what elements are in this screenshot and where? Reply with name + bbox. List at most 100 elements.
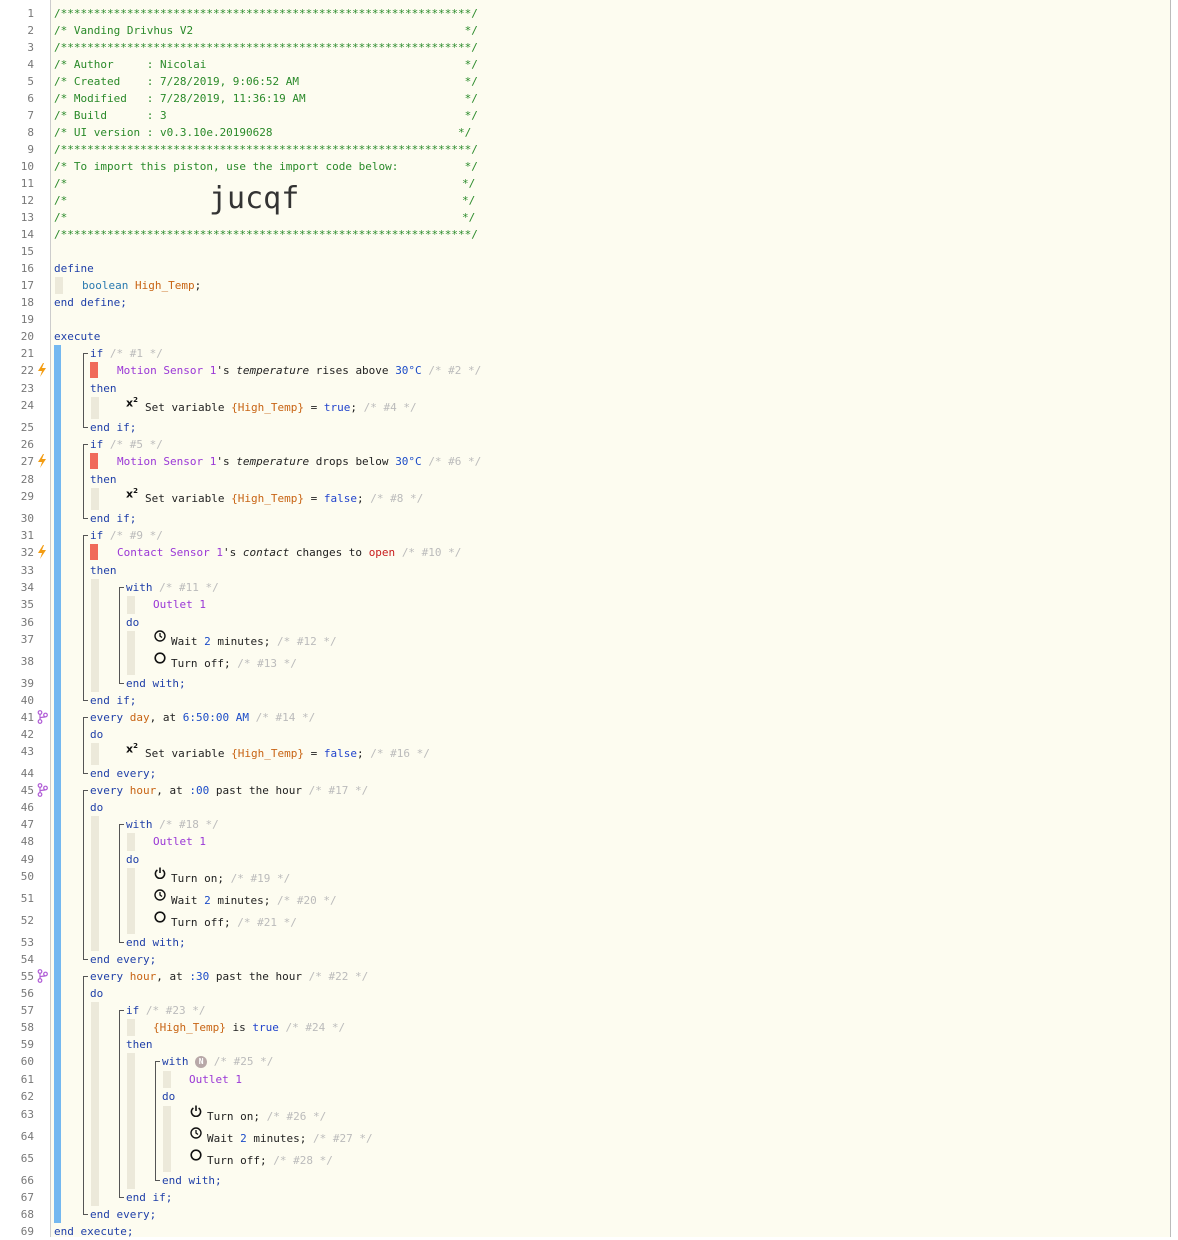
- block-bracket: [119, 824, 120, 942]
- device-name[interactable]: Outlet 1: [153, 598, 206, 611]
- x-squared-icon: x2: [126, 396, 138, 410]
- line-number: 48: [20, 835, 34, 848]
- line-number: 29: [20, 490, 34, 503]
- line-number: 36: [20, 616, 34, 629]
- turn-off-action[interactable]: Turn off;: [207, 1154, 267, 1167]
- wait-action[interactable]: Wait: [171, 635, 198, 648]
- with-keyword: with: [162, 1055, 189, 1068]
- code-line: /*: [54, 209, 67, 226]
- line-number: 11: [20, 177, 34, 190]
- code-line: end every;: [90, 1206, 156, 1223]
- line-number: 18: [20, 296, 34, 309]
- code-line: Set variable {High_Temp} = false; /* #16…: [145, 745, 430, 762]
- code-line: Wait 2 minutes; /* #27 */: [207, 1130, 373, 1147]
- time-value: :00: [189, 784, 210, 797]
- value: open: [368, 546, 396, 559]
- indent-guide: [91, 816, 99, 951]
- end-every: end every;: [90, 1208, 157, 1221]
- statement-comment: /* #20 */: [276, 894, 337, 907]
- value: false: [323, 492, 357, 505]
- header-ui-version: /* UI version : v0.3.10e.20190628 */: [54, 126, 472, 139]
- turn-off-action[interactable]: Turn off;: [171, 657, 231, 670]
- comment-open: /*: [54, 211, 68, 224]
- code-line: do: [126, 851, 139, 868]
- wait-action[interactable]: Wait: [207, 1132, 234, 1145]
- code-line: /***************************************…: [54, 141, 478, 158]
- off-icon: [189, 1148, 203, 1162]
- line-number: 59: [20, 1038, 34, 1051]
- line-number: 3: [27, 41, 34, 54]
- bracket-bottom: [83, 699, 88, 701]
- device-name[interactable]: Outlet 1: [189, 1073, 242, 1086]
- code-line: Motion Sensor 1's temperature rises abov…: [117, 362, 481, 379]
- code-token: 's: [216, 455, 230, 468]
- comment-close: */: [462, 194, 476, 207]
- turn-on-action[interactable]: Turn on;: [171, 872, 224, 885]
- set-variable-action[interactable]: Set variable: [145, 747, 224, 760]
- import-code[interactable]: jucqf: [209, 182, 299, 216]
- bracket-bottom: [155, 1179, 160, 1181]
- header-modified: /* Modified : 7/28/2019, 11:36:19 AM */: [54, 92, 478, 105]
- statement-comment: /* #22 */: [308, 970, 369, 983]
- bracket-bottom: [119, 1196, 124, 1198]
- line-number: 28: [20, 473, 34, 486]
- if-keyword: if: [90, 529, 104, 542]
- do-keyword: do: [162, 1090, 176, 1103]
- statement-comment: /* #14 */: [255, 711, 316, 724]
- statement-comment: /* #8 */: [370, 492, 424, 505]
- code-line: then: [90, 380, 117, 397]
- line-number: 56: [20, 987, 34, 1000]
- line-number: 69: [20, 1225, 34, 1238]
- off-icon: [153, 651, 167, 665]
- line-number: 61: [20, 1073, 34, 1086]
- end-every: end every;: [90, 953, 157, 966]
- turn-off-action[interactable]: Turn off;: [171, 916, 231, 929]
- bracket-top: [83, 717, 88, 718]
- value: true: [323, 401, 351, 414]
- attribute-name: contact: [242, 546, 290, 559]
- device-name[interactable]: Outlet 1: [153, 835, 206, 848]
- code-line: /***************************************…: [54, 226, 478, 243]
- end-if: end if;: [90, 421, 137, 434]
- line-number: 10: [20, 160, 34, 173]
- line-number: 63: [20, 1108, 34, 1121]
- statement-comment: /* #12 */: [276, 635, 337, 648]
- n-badge[interactable]: N: [195, 1056, 208, 1068]
- statement-comment: /* #6 */: [428, 455, 482, 468]
- code-line: /* To import this piston, use the import…: [54, 158, 478, 175]
- code-line: Set variable {High_Temp} = true; /* #4 *…: [145, 399, 417, 416]
- set-variable-action[interactable]: Set variable: [145, 492, 224, 505]
- code-line: end if;: [90, 692, 136, 709]
- code-token: ;: [350, 401, 357, 414]
- code-line: /* Created : 7/28/2019, 9:06:52 AM */: [54, 73, 478, 90]
- bracket-bottom: [119, 682, 124, 684]
- line-number: 1: [27, 7, 34, 20]
- code-line: /* Build : 3 */: [54, 107, 478, 124]
- every-keyword: every: [90, 711, 124, 724]
- bracket-top: [119, 1010, 124, 1011]
- line-number: 54: [20, 953, 34, 966]
- do-keyword: do: [90, 987, 104, 1000]
- line-number: 51: [20, 892, 34, 905]
- wait-action[interactable]: Wait: [171, 894, 198, 907]
- code-line: /*: [54, 175, 67, 192]
- statement-comment: /* #26 */: [266, 1110, 327, 1123]
- line-number: 42: [20, 728, 34, 741]
- code-token: past the hour: [215, 784, 302, 797]
- device-name[interactable]: Motion Sensor 1: [117, 455, 216, 468]
- end-if: end if;: [126, 1191, 173, 1204]
- code-line: do: [90, 985, 103, 1002]
- x-squared-icon: x2: [126, 487, 138, 501]
- device-name[interactable]: Motion Sensor 1: [117, 364, 216, 377]
- set-variable-action[interactable]: Set variable: [145, 401, 224, 414]
- statement-comment: /* #28 */: [273, 1154, 333, 1167]
- code-token: , at: [149, 711, 177, 724]
- device-name[interactable]: Contact Sensor 1: [117, 546, 223, 559]
- line-number: 37: [20, 633, 34, 646]
- code-line: then: [90, 562, 117, 579]
- turn-on-action[interactable]: Turn on;: [207, 1110, 260, 1123]
